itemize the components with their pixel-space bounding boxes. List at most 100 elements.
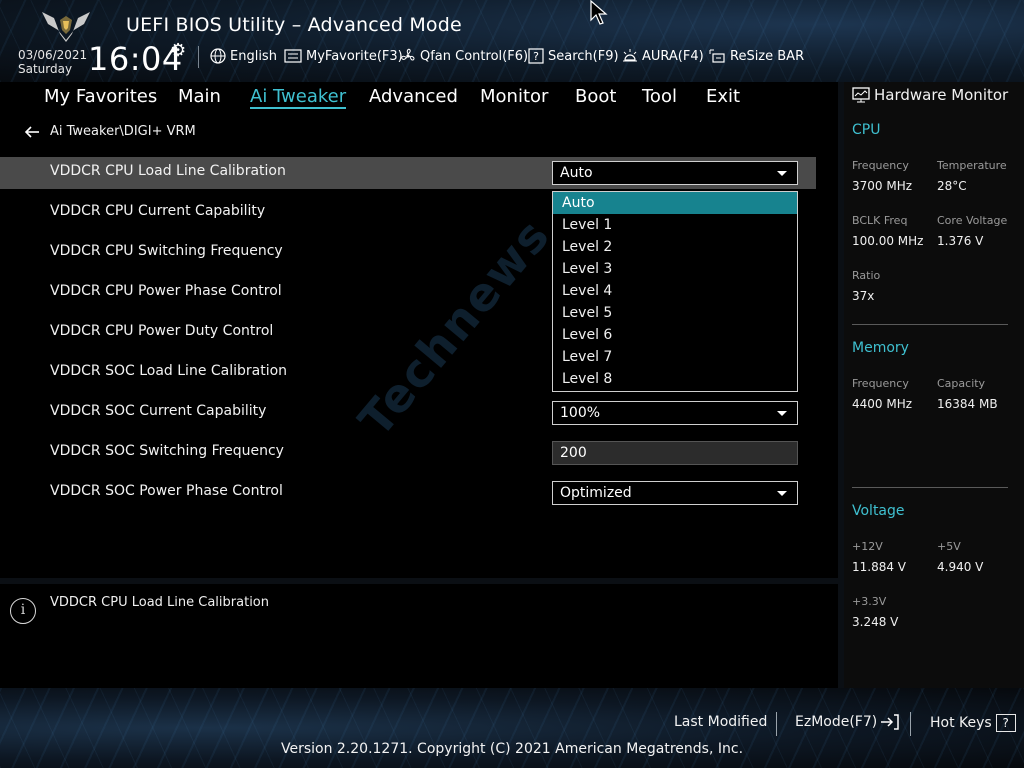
dropdown-option-level-5[interactable]: Level 5 bbox=[553, 302, 797, 324]
dropdown-arrow-icon bbox=[777, 171, 787, 176]
setting-label: VDDCR SOC Load Line Calibration bbox=[50, 363, 288, 379]
ratio-value: 37x bbox=[852, 289, 875, 303]
menu-ai-tweaker[interactable]: Ai Tweaker bbox=[250, 86, 347, 109]
soc-power-phase-select[interactable]: Optimized bbox=[552, 481, 798, 505]
breadcrumb-path: Ai Tweaker\DIGI+ VRM bbox=[50, 124, 196, 139]
voltage-heading: Voltage bbox=[852, 503, 905, 519]
dropdown-arrow-icon bbox=[777, 411, 787, 416]
menu-advanced[interactable]: Advanced bbox=[369, 86, 458, 107]
hardware-monitor-title: Hardware Monitor bbox=[852, 86, 1008, 104]
search-help-icon: ? bbox=[528, 48, 544, 64]
section-divider bbox=[852, 487, 1008, 488]
setting-label: VDDCR SOC Current Capability bbox=[50, 403, 267, 419]
language-label: English bbox=[230, 48, 277, 64]
myfavorite-label: MyFavorite(F3) bbox=[306, 48, 403, 64]
dropdown-option-level-8[interactable]: Level 8 bbox=[553, 368, 797, 390]
globe-icon bbox=[210, 48, 226, 64]
toolbar-divider bbox=[198, 46, 199, 68]
language-button[interactable]: English bbox=[210, 46, 277, 66]
resize-bar-button[interactable]: ReSize BAR bbox=[708, 46, 804, 66]
resize-bar-label: ReSize BAR bbox=[730, 48, 805, 64]
setting-row-soc-power-phase[interactable]: VDDCR SOC Power Phase Control Optimized bbox=[0, 477, 816, 509]
v12-label: +12V bbox=[852, 540, 883, 553]
myfavorite-button[interactable]: MyFavorite(F3) bbox=[284, 46, 403, 66]
menu-tool[interactable]: Tool bbox=[642, 86, 677, 107]
footer-divider bbox=[910, 712, 911, 736]
aura-button[interactable]: AURA(F4) bbox=[622, 46, 704, 66]
memory-frequency-value: 4400 MHz bbox=[852, 397, 913, 411]
exit-arrow-icon bbox=[881, 714, 899, 730]
main-menu-bar: My Favorites Main Ai Tweaker Advanced Mo… bbox=[0, 82, 838, 112]
dropdown-option-level-7[interactable]: Level 7 bbox=[553, 346, 797, 368]
memory-capacity-value: 16384 MB bbox=[937, 397, 998, 411]
qfan-label: Qfan Control(F6) bbox=[420, 48, 529, 64]
monitor-icon bbox=[852, 87, 870, 103]
aura-label: AURA(F4) bbox=[642, 48, 704, 64]
back-arrow-icon[interactable] bbox=[24, 125, 40, 138]
clock-time: 16:04 bbox=[88, 40, 183, 78]
memory-frequency-label: Frequency bbox=[852, 377, 909, 390]
date-text: 03/06/2021 bbox=[18, 48, 88, 62]
footer-divider bbox=[776, 712, 777, 736]
copyright-text: Version 2.20.1271. Copyright (C) 2021 Am… bbox=[280, 741, 744, 757]
select-value: 100% bbox=[560, 405, 601, 421]
gear-icon[interactable]: ⚙ bbox=[170, 40, 186, 61]
menu-boot[interactable]: Boot bbox=[575, 86, 616, 107]
setting-row-soc-switching-frequency[interactable]: VDDCR SOC Switching Frequency 200 bbox=[0, 437, 816, 469]
dropdown-option-level-6[interactable]: Level 6 bbox=[553, 324, 797, 346]
cpu-temperature-label: Temperature bbox=[937, 159, 1007, 172]
v5-value: 4.940 V bbox=[937, 560, 984, 574]
select-value: Optimized bbox=[560, 485, 632, 501]
setting-row-soc-current-capability[interactable]: VDDCR SOC Current Capability 100% bbox=[0, 397, 816, 429]
setting-label: VDDCR CPU Power Phase Control bbox=[50, 283, 282, 299]
help-panel: i VDDCR CPU Load Line Calibration bbox=[0, 584, 838, 688]
dropdown-option-level-2[interactable]: Level 2 bbox=[553, 236, 797, 258]
v33-label: +3.3V bbox=[852, 595, 887, 608]
breadcrumb: Ai Tweaker\DIGI+ VRM bbox=[24, 124, 196, 139]
hot-keys-button[interactable]: Hot Keys ? bbox=[930, 714, 1016, 732]
menu-my-favorites[interactable]: My Favorites bbox=[44, 86, 157, 107]
menu-exit[interactable]: Exit bbox=[706, 86, 740, 107]
hardware-monitor-label: Hardware Monitor bbox=[874, 86, 1009, 104]
v12-value: 11.884 V bbox=[852, 560, 907, 574]
menu-main[interactable]: Main bbox=[178, 86, 221, 107]
ezmode-label: EzMode(F7) bbox=[795, 714, 878, 730]
dropdown-option-level-1[interactable]: Level 1 bbox=[553, 214, 797, 236]
dropdown-option-level-3[interactable]: Level 3 bbox=[553, 258, 797, 280]
last-modified-label: Last Modified bbox=[674, 714, 768, 730]
bios-title: UEFI BIOS Utility – Advanced Mode bbox=[126, 14, 462, 36]
search-button[interactable]: ? Search(F9) bbox=[528, 46, 619, 66]
setting-label: VDDCR SOC Switching Frequency bbox=[50, 443, 284, 459]
cpu-llc-dropdown-list[interactable]: Auto Level 1 Level 2 Level 3 Level 4 Lev… bbox=[552, 191, 798, 392]
last-modified-button[interactable]: Last Modified bbox=[674, 714, 767, 730]
ratio-label: Ratio bbox=[852, 269, 881, 282]
dropdown-option-level-4[interactable]: Level 4 bbox=[553, 280, 797, 302]
soc-current-capability-select[interactable]: 100% bbox=[552, 401, 798, 425]
select-value: Auto bbox=[560, 165, 593, 181]
section-divider bbox=[852, 324, 1008, 325]
hardware-monitor-panel: Hardware Monitor CPU Frequency Temperatu… bbox=[844, 82, 1024, 688]
help-text: VDDCR CPU Load Line Calibration bbox=[50, 595, 269, 610]
setting-label: VDDCR CPU Switching Frequency bbox=[50, 243, 283, 259]
setting-row-cpu-llc[interactable]: VDDCR CPU Load Line Calibration Auto bbox=[0, 157, 816, 189]
resize-bar-icon bbox=[709, 49, 725, 63]
cpu-temperature-value: 28°C bbox=[937, 179, 967, 193]
v33-value: 3.248 V bbox=[852, 615, 899, 629]
menu-monitor[interactable]: Monitor bbox=[480, 86, 548, 107]
cpu-frequency-value: 3700 MHz bbox=[852, 179, 913, 193]
qfan-control-button[interactable]: Qfan Control(F6) bbox=[400, 46, 528, 66]
dropdown-option-auto[interactable]: Auto bbox=[553, 192, 797, 214]
cpu-llc-select[interactable]: Auto bbox=[552, 161, 798, 185]
ezmode-button[interactable]: EzMode(F7) bbox=[795, 714, 900, 730]
hot-keys-label: Hot Keys bbox=[930, 715, 992, 731]
cpu-heading: CPU bbox=[852, 122, 881, 138]
day-text: Saturday bbox=[18, 62, 73, 76]
setting-label: VDDCR CPU Current Capability bbox=[50, 203, 266, 219]
setting-label: VDDCR SOC Power Phase Control bbox=[50, 483, 283, 499]
memory-heading: Memory bbox=[852, 340, 909, 356]
setting-label: VDDCR CPU Power Duty Control bbox=[50, 323, 274, 339]
memory-capacity-label: Capacity bbox=[937, 377, 986, 390]
core-voltage-value: 1.376 V bbox=[937, 234, 984, 248]
soc-switching-frequency-input[interactable]: 200 bbox=[552, 441, 798, 465]
bclk-value: 100.00 MHz bbox=[852, 234, 924, 248]
